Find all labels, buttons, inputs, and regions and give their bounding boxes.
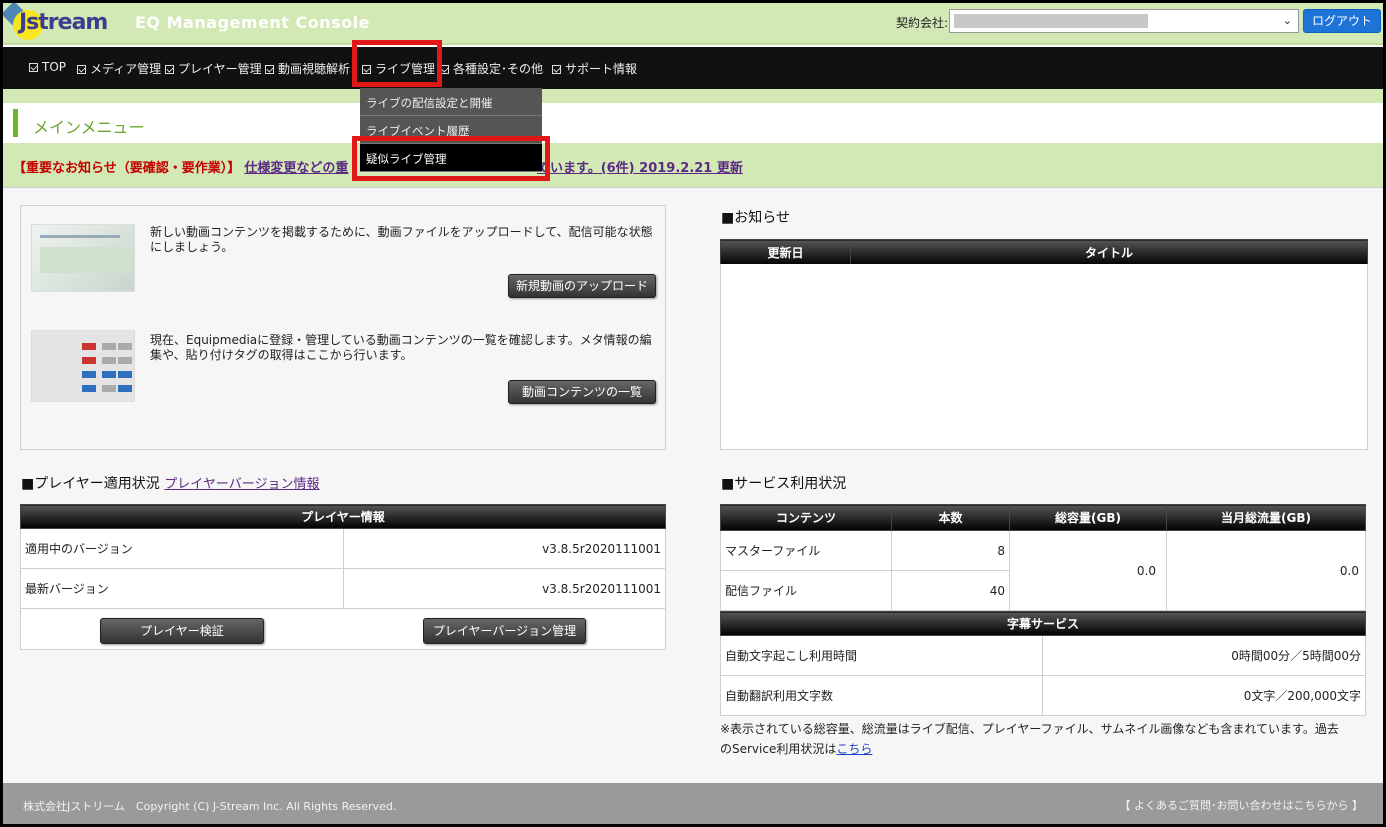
footer: 株式会社Jストリーム Copyright (C) J-Stream Inc. A…	[3, 783, 1383, 824]
page-title: メインメニュー	[33, 118, 145, 137]
jstream-logo[interactable]: Jstream	[3, 3, 115, 43]
content-list-thumbnail	[31, 330, 135, 402]
service-row-count: 8	[891, 530, 1010, 571]
highlight-pseudo-live	[352, 136, 550, 181]
player-row-label: 適用中のバージョン	[20, 528, 344, 569]
history-link[interactable]: こちら	[836, 742, 872, 756]
upload-video-button[interactable]: 新規動画のアップロード	[508, 274, 656, 298]
service-row-label: マスターファイル	[720, 530, 892, 571]
player-row-value: v3.8.5r2020111001	[343, 528, 666, 569]
nav-item-settings[interactable]: 各種設定･その他	[440, 60, 543, 77]
subtitle-header: 字幕サービス	[720, 611, 1366, 636]
upload-thumbnail	[31, 224, 135, 292]
header: Jstream EQ Management Console 契約会社: ⌄ ログ…	[3, 3, 1383, 45]
contract-select-value	[954, 14, 1148, 28]
nav-item-support[interactable]: サポート情報	[552, 60, 637, 77]
service-row-count: 40	[891, 570, 1010, 611]
player-version-link[interactable]: プレイヤーバージョン情報	[164, 477, 319, 492]
news-list	[720, 264, 1368, 450]
faq-link[interactable]: 【 よくあるご質問･お問い合わせはこちらから 】	[1120, 797, 1364, 813]
checkbox-icon	[265, 65, 274, 74]
checkbox-icon	[29, 63, 38, 72]
nav-item-player[interactable]: プレイヤー管理	[165, 60, 262, 77]
nav-item-label: サポート情報	[565, 62, 638, 76]
notice-link-tail[interactable]: ています。(6件) 2019.2.21 更新	[537, 157, 743, 176]
contract-select[interactable]: ⌄	[949, 9, 1299, 33]
player-row-value: v3.8.5r2020111001	[343, 568, 666, 609]
main-content: 新しい動画コンテンツを掲載するために、動画ファイルをアップロードして、配信可能な…	[3, 187, 1383, 783]
player-row-label: 最新バージョン	[20, 568, 344, 609]
media-panel: 新しい動画コンテンツを掲載するために、動画ファイルをアップロードして、配信可能な…	[20, 205, 666, 450]
subtitle-row-value: 0文字／200,000文字	[1042, 675, 1366, 716]
news-col-date: 更新日	[720, 239, 851, 266]
nav-item-label: プレイヤー管理	[178, 62, 262, 76]
page: Jstream EQ Management Console 契約会社: ⌄ ログ…	[3, 3, 1383, 824]
service-col-traffic: 当月総流量(GB)	[1166, 504, 1366, 531]
title-band: メインメニュー 【重要なお知らせ（要確認・要作業）】 仕様変更などの重 ています…	[3, 89, 1383, 187]
logo-text: Jstream	[19, 10, 108, 35]
upload-description: 新しい動画コンテンツを掲載するために、動画ファイルをアップロードして、配信可能な…	[150, 225, 653, 254]
news-col-title: タイトル	[850, 239, 1368, 266]
chevron-down-icon: ⌄	[1282, 14, 1292, 27]
main-nav: TOP メディア管理 プレイヤー管理 動画視聴解析 ライブ管理 各種設定･その他…	[3, 47, 1383, 89]
news-title: ■お知らせ	[721, 210, 790, 226]
checkbox-icon	[77, 65, 86, 74]
highlight-nav-live	[352, 40, 442, 87]
nav-item-label: メディア管理	[90, 62, 162, 76]
monthly-traffic: 0.0	[1166, 530, 1366, 611]
service-title: ■サービス利用状況	[721, 476, 847, 492]
dropdown-item-live-settings[interactable]: ライブの配信設定と開催	[360, 88, 542, 116]
subtitle-row-label: 自動文字起こし利用時間	[720, 635, 1043, 676]
footnote-text: ※表示されている総容量、総流量はライブ配信、プレイヤーファイル、サムネイル画像な…	[720, 722, 1339, 756]
checkbox-icon	[165, 65, 174, 74]
player-version-manage-button[interactable]: プレイヤーバージョン管理	[423, 618, 586, 644]
title-accent	[13, 109, 18, 137]
content-list-description: 現在、Equipmediaに登録・管理している動画コンテンツの一覧を確認します。…	[150, 333, 652, 362]
news-table: 更新日 タイトル	[720, 239, 1368, 266]
nav-item-label: 動画視聴解析	[278, 62, 351, 76]
player-verify-button[interactable]: プレイヤー検証	[100, 618, 264, 644]
subtitle-service-table: 字幕サービス 自動文字起こし利用時間 0時間00分／5時間00分 自動翻訳利用文…	[720, 611, 1366, 716]
menu-title-bar: メインメニュー	[3, 103, 1383, 143]
nav-item-analytics[interactable]: 動画視聴解析	[265, 60, 350, 77]
copyright: 株式会社Jストリーム Copyright (C) J-Stream Inc. A…	[23, 800, 397, 813]
important-notice: 【重要なお知らせ（要確認・要作業）】 仕様変更などの重	[13, 157, 348, 176]
player-title-text: ■プレイヤー適用状況	[21, 476, 160, 492]
content-list-button[interactable]: 動画コンテンツの一覧	[508, 380, 656, 404]
total-capacity: 0.0	[1009, 530, 1167, 611]
player-info-header: プレイヤー情報	[20, 504, 666, 529]
service-usage-table: コンテンツ 本数 総容量(GB) 当月総流量(GB) マスターファイル 8 0.…	[720, 504, 1366, 611]
service-col-content: コンテンツ	[720, 504, 892, 531]
service-row-label: 配信ファイル	[720, 570, 892, 611]
console-title: EQ Management Console	[135, 13, 370, 32]
nav-item-top[interactable]: TOP	[29, 60, 66, 74]
service-col-capacity: 総容量(GB)	[1009, 504, 1167, 531]
nav-item-label: 各種設定･その他	[453, 62, 544, 76]
checkbox-icon	[552, 65, 561, 74]
subtitle-row-value: 0時間00分／5時間00分	[1042, 635, 1366, 676]
notice-link[interactable]: 仕様変更などの重	[244, 161, 348, 176]
nav-item-label: TOP	[42, 60, 67, 74]
subtitle-row-label: 自動翻訳利用文字数	[720, 675, 1043, 716]
contract-label: 契約会社:	[896, 16, 949, 30]
nav-item-media[interactable]: メディア管理	[77, 60, 161, 77]
logout-button[interactable]: ログアウト	[1303, 9, 1381, 33]
service-footnote: ※表示されている総容量、総流量はライブ配信、プレイヤーファイル、サムネイル画像な…	[720, 719, 1340, 759]
service-col-count: 本数	[891, 504, 1010, 531]
notice-label: 【重要なお知らせ（要確認・要作業）】	[13, 161, 241, 176]
player-title: ■プレイヤー適用状況 プレイヤーバージョン情報	[21, 473, 320, 493]
